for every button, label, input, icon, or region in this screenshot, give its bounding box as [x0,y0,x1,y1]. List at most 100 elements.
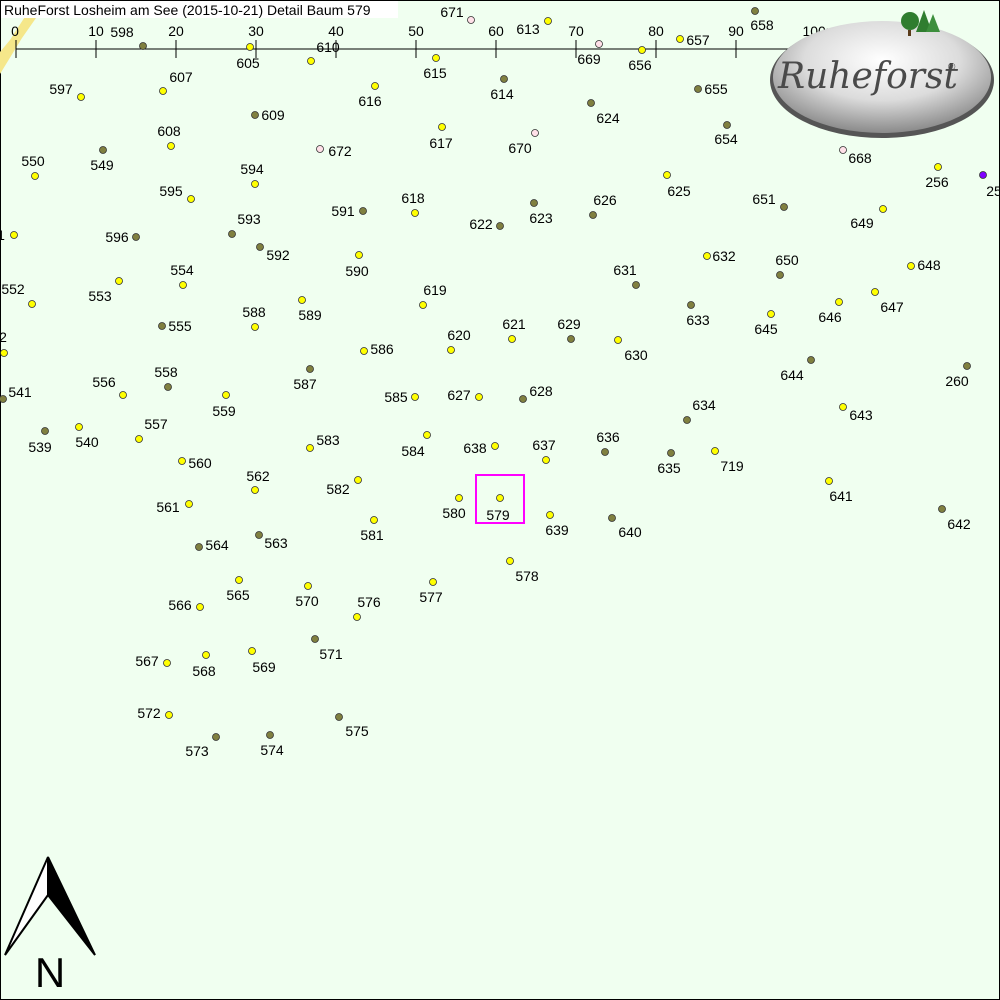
tree-marker[interactable] [447,346,455,354]
tree-marker[interactable] [0,395,7,403]
tree-marker[interactable] [839,403,847,411]
tree-marker[interactable] [370,516,378,524]
tree-marker[interactable] [165,711,173,719]
tree-marker[interactable] [411,209,419,217]
forest-map[interactable]: 0102030405060708090100m 6716136585986106… [0,0,1000,1000]
tree-marker[interactable] [839,146,847,154]
tree-marker[interactable] [158,322,166,330]
tree-marker[interactable] [601,448,609,456]
tree-marker[interactable] [307,57,315,65]
tree-marker[interactable] [251,486,259,494]
tree-marker[interactable] [251,111,259,119]
tree-marker[interactable] [353,613,361,621]
tree-marker[interactable] [879,205,887,213]
tree-marker[interactable] [508,335,516,343]
tree-marker[interactable] [298,296,306,304]
tree-marker[interactable] [546,511,554,519]
tree-marker[interactable] [567,335,575,343]
tree-marker[interactable] [304,582,312,590]
tree-marker[interactable] [256,243,264,251]
tree-marker[interactable] [335,713,343,721]
tree-marker[interactable] [316,145,324,153]
tree-marker[interactable] [135,435,143,443]
tree-marker[interactable] [632,281,640,289]
tree-marker[interactable] [28,300,36,308]
tree-marker[interactable] [41,427,49,435]
tree-marker[interactable] [467,16,475,24]
tree-marker[interactable] [871,288,879,296]
tree-marker[interactable] [776,271,784,279]
tree-marker[interactable] [222,391,230,399]
tree-marker[interactable] [667,449,675,457]
tree-marker[interactable] [711,447,719,455]
tree-marker[interactable] [159,87,167,95]
tree-marker[interactable] [703,252,711,260]
tree-marker[interactable] [360,347,368,355]
tree-marker[interactable] [491,442,499,450]
tree-marker[interactable] [496,222,504,230]
tree-marker[interactable] [938,505,946,513]
tree-marker[interactable] [455,494,463,502]
ruheforst-logo[interactable]: Ruheforst ® [768,8,996,145]
tree-marker[interactable] [248,647,256,655]
tree-marker[interactable] [355,251,363,259]
tree-marker[interactable] [167,142,175,150]
tree-marker[interactable] [0,349,8,357]
tree-marker[interactable] [638,46,646,54]
tree-marker[interactable] [438,123,446,131]
tree-marker[interactable] [595,40,603,48]
tree-marker[interactable] [371,82,379,90]
tree-marker[interactable] [179,281,187,289]
tree-marker[interactable] [251,323,259,331]
tree-marker[interactable] [608,514,616,522]
tree-marker[interactable] [119,391,127,399]
tree-marker[interactable] [115,277,123,285]
tree-marker[interactable] [432,54,440,62]
tree-marker[interactable] [311,635,319,643]
tree-marker[interactable] [475,393,483,401]
tree-marker[interactable] [676,35,684,43]
tree-marker[interactable] [531,129,539,137]
tree-marker[interactable] [354,476,362,484]
tree-marker[interactable] [266,731,274,739]
tree-marker[interactable] [614,336,622,344]
tree-marker[interactable] [163,659,171,667]
tree-marker[interactable] [723,121,731,129]
tree-marker[interactable] [963,362,971,370]
tree-marker[interactable] [500,75,508,83]
tree-marker[interactable] [10,231,18,239]
tree-marker[interactable] [31,172,39,180]
tree-marker[interactable] [767,310,775,318]
tree-marker[interactable] [419,301,427,309]
tree-marker[interactable] [429,578,437,586]
tree-marker[interactable] [807,356,815,364]
tree-marker[interactable] [246,43,254,51]
tree-marker[interactable] [519,395,527,403]
tree-marker[interactable] [687,301,695,309]
tree-marker[interactable] [139,42,147,50]
tree-marker[interactable] [306,444,314,452]
tree-marker[interactable] [780,203,788,211]
tree-marker[interactable] [359,207,367,215]
tree-marker[interactable] [251,180,259,188]
tree-marker[interactable] [77,93,85,101]
tree-marker[interactable] [496,494,504,502]
tree-marker[interactable] [196,603,204,611]
tree-marker[interactable] [132,233,140,241]
tree-2[interactable]: 2 [0,329,8,357]
tree-marker[interactable] [99,146,107,154]
tree-marker[interactable] [75,423,83,431]
tree-marker[interactable] [530,199,538,207]
tree-marker[interactable] [694,85,702,93]
tree-marker[interactable] [423,431,431,439]
tree-marker[interactable] [587,99,595,107]
tree-marker[interactable] [907,262,915,270]
tree-marker[interactable] [544,17,552,25]
tree-marker[interactable] [202,651,210,659]
tree-marker[interactable] [663,171,671,179]
tree-marker[interactable] [934,163,942,171]
tree-marker[interactable] [228,230,236,238]
tree-marker[interactable] [187,195,195,203]
tree-marker[interactable] [751,7,759,15]
tree-marker[interactable] [589,211,597,219]
